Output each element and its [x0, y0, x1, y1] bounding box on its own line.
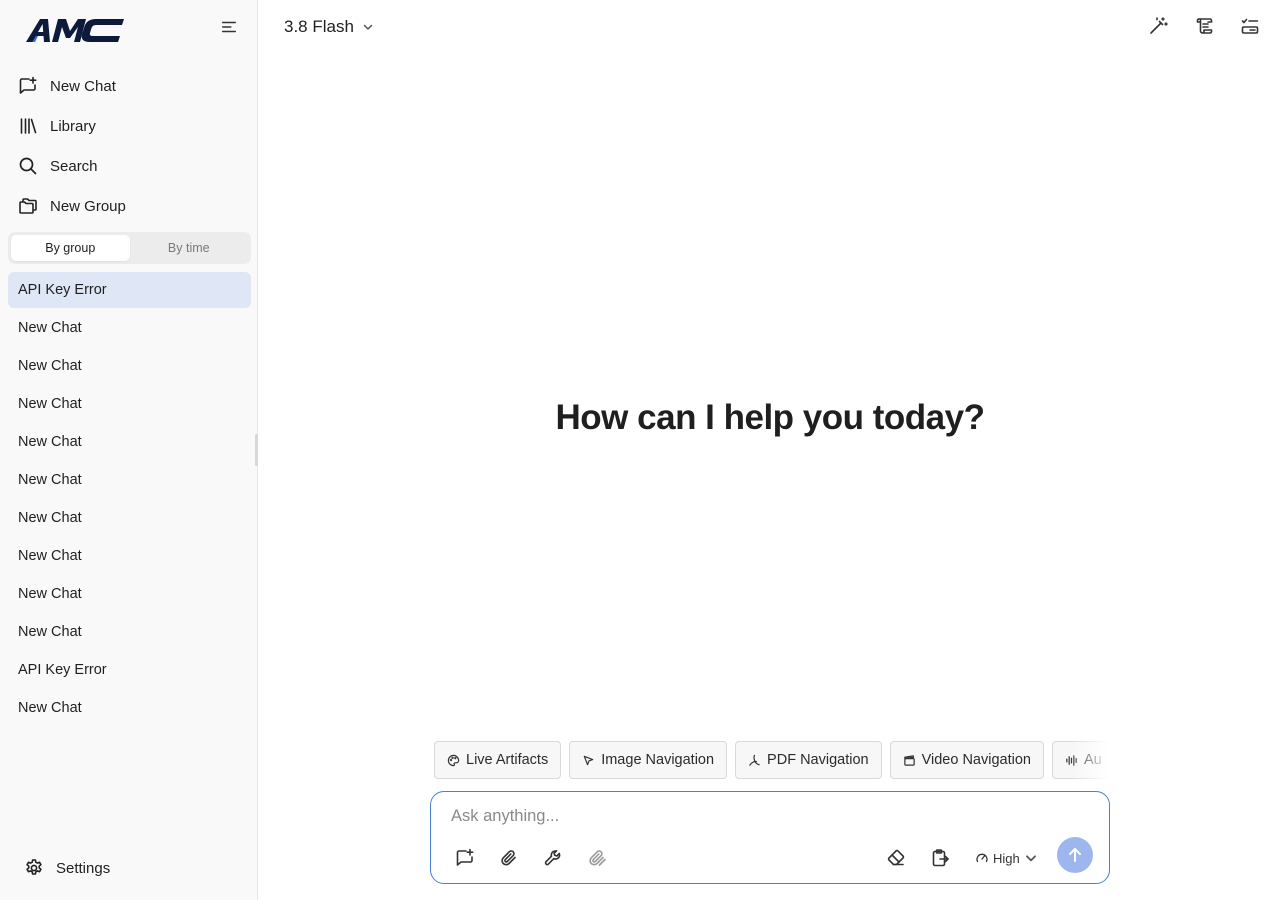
- attach-file-button[interactable]: [497, 846, 521, 870]
- suggestion-chips: Live Artifacts Image Navigation PDF Navi…: [434, 741, 1110, 779]
- new-group-button[interactable]: New Group: [18, 192, 126, 220]
- magic-wand-icon: [1150, 17, 1168, 34]
- chip-label: Image Navigation: [601, 752, 715, 768]
- message-input[interactable]: [451, 804, 1051, 828]
- gauge-icon: [976, 853, 988, 863]
- model-selector[interactable]: 3.8 Flash: [284, 14, 374, 40]
- chat-list-item[interactable]: New Chat: [8, 576, 251, 612]
- sidebar-collapse-icon: [221, 21, 237, 33]
- new-message-button[interactable]: [453, 846, 477, 870]
- scroll-button[interactable]: [1192, 14, 1216, 38]
- chat-list-item[interactable]: New Chat: [8, 424, 251, 460]
- sidebar: New Chat Library Search New Group By gro…: [0, 0, 258, 900]
- new-message-icon: [456, 848, 474, 866]
- scroll-icon: [1196, 18, 1213, 34]
- chip-label: Live Artifacts: [466, 752, 549, 768]
- search-button[interactable]: Search: [18, 152, 98, 180]
- amc-logo[interactable]: [24, 16, 126, 44]
- by-group-tab[interactable]: By group: [11, 235, 130, 261]
- chip-label: Video Navigation: [921, 752, 1031, 768]
- chat-list-item[interactable]: API Key Error: [8, 272, 251, 308]
- eraser-icon: [887, 849, 905, 866]
- chat-list-item[interactable]: API Key Error: [8, 652, 251, 688]
- sidebar-resize-handle[interactable]: [255, 434, 258, 466]
- effort-label: High: [993, 850, 1020, 866]
- gear-icon: [26, 859, 42, 875]
- chat-list-item[interactable]: New Chat: [8, 310, 251, 346]
- chips-fade-overlay: [1070, 741, 1110, 779]
- chip-video-navigation[interactable]: Video Navigation: [889, 741, 1044, 779]
- chip-live-artifacts[interactable]: Live Artifacts: [434, 741, 562, 779]
- library-label: Library: [50, 117, 96, 135]
- chat-list-item[interactable]: New Chat: [8, 348, 251, 384]
- folder-plus-icon: [19, 198, 37, 214]
- chat-list-item[interactable]: New Chat: [8, 386, 251, 422]
- clear-button[interactable]: [884, 846, 908, 870]
- chevron-down-icon: [1025, 855, 1036, 862]
- chip-pdf-navigation[interactable]: PDF Navigation: [735, 741, 882, 779]
- search-label: Search: [50, 157, 98, 175]
- collapse-sidebar-button[interactable]: [218, 16, 240, 38]
- checklist-button[interactable]: [1238, 14, 1262, 38]
- chat-list-item[interactable]: New Chat: [8, 462, 251, 498]
- chip-label: PDF Navigation: [767, 752, 869, 768]
- checklist-icon: [1241, 18, 1259, 34]
- send-button[interactable]: [1057, 837, 1093, 873]
- chip-image-navigation[interactable]: Image Navigation: [569, 741, 728, 779]
- magic-wand-button[interactable]: [1146, 14, 1170, 38]
- multi-attach-icon: [589, 850, 606, 866]
- chevron-down-icon: [363, 24, 373, 30]
- greeting-heading: How can I help you today?: [555, 398, 985, 437]
- clipboard-export-button[interactable]: [928, 846, 952, 870]
- new-group-label: New Group: [50, 197, 126, 215]
- effort-selector[interactable]: High: [975, 848, 1038, 868]
- wrench-icon: [544, 850, 561, 866]
- library-button[interactable]: Library: [18, 112, 96, 140]
- library-icon: [20, 118, 37, 134]
- chat-list-item[interactable]: New Chat: [8, 614, 251, 650]
- clapperboard-icon: [903, 754, 915, 766]
- pdf-icon: [749, 754, 760, 766]
- chat-list: API Key Error New Chat New Chat New Chat…: [8, 272, 251, 728]
- tools-button[interactable]: [541, 846, 565, 870]
- by-time-tab[interactable]: By time: [130, 235, 249, 261]
- view-toggle: By group By time: [8, 232, 251, 264]
- multi-attach-button[interactable]: [585, 846, 609, 870]
- new-chat-icon: [19, 76, 37, 94]
- cursor-icon: [583, 755, 594, 765]
- model-name: 3.8 Flash: [284, 17, 354, 36]
- chat-list-item[interactable]: New Chat: [8, 500, 251, 536]
- chat-list-item[interactable]: New Chat: [8, 690, 251, 726]
- search-icon: [19, 157, 37, 175]
- arrow-up-icon: [1069, 848, 1081, 862]
- paperclip-icon: [501, 850, 516, 866]
- palette-icon: [447, 754, 460, 766]
- settings-button[interactable]: Settings: [24, 856, 110, 880]
- clipboard-export-icon: [932, 849, 949, 867]
- new-chat-label: New Chat: [50, 77, 116, 95]
- settings-label: Settings: [56, 859, 111, 877]
- chat-list-item[interactable]: New Chat: [8, 538, 251, 574]
- new-chat-button[interactable]: New Chat: [18, 72, 116, 100]
- composer: High: [430, 791, 1110, 884]
